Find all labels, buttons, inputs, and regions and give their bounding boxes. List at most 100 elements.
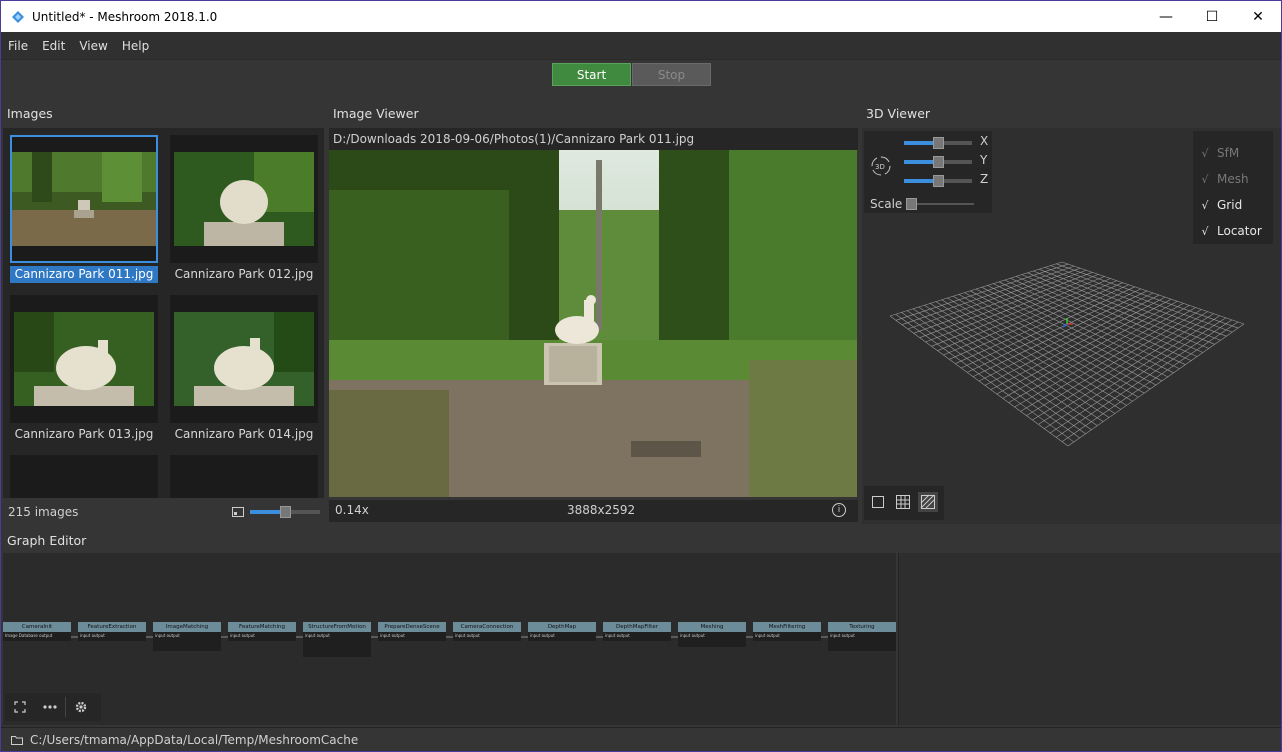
info-icon[interactable]: i [832,503,846,517]
check-icon: √ [1201,146,1209,160]
slider-handle[interactable] [279,506,291,518]
graph-node[interactable]: MeshFiltering input output [753,622,821,641]
grid-line [1002,301,1178,399]
node-title: CameraConnection [453,622,521,632]
thumbnail-image [12,152,156,246]
image-viewer-footer: 0.14x 3888x2592 i [329,500,858,522]
graph-settings-button[interactable] [66,693,96,721]
toggle-mesh[interactable]: √ Mesh [1193,166,1273,192]
zoom-level: 0.14x [335,503,369,517]
node-input: input [230,633,241,638]
thumbnail-frame [170,135,318,263]
graph-node[interactable]: CameraConnection input output [453,622,521,641]
node-input: input [605,633,616,638]
axis-z-slider[interactable] [904,175,972,187]
solid-mode-icon[interactable] [872,496,884,508]
node-input: input [155,633,166,638]
thumbnail-item[interactable]: Cannizaro Park 011.jpg [10,135,158,283]
node-output: output [91,633,105,638]
thumbnail-item[interactable]: Cannizaro Park 012.jpg [170,135,318,283]
thumbnail-frame [170,295,318,423]
slider-handle[interactable] [932,156,944,168]
thumbnail-item[interactable] [10,455,158,498]
images-grid: Cannizaro Park 011.jpg Cannizaro Park 01… [3,128,324,498]
graph-node[interactable]: FeatureExtraction input output [78,622,146,641]
axis-y-slider[interactable] [904,156,972,168]
start-button[interactable]: Start [552,63,631,86]
graph-node[interactable]: Texturing input output [828,622,896,651]
node-output: output [166,633,180,638]
folder-icon[interactable] [11,735,23,745]
graph-node[interactable]: FeatureMatching input output [228,622,296,641]
toggle-grid-label: Grid [1217,198,1243,212]
graph-node[interactable]: CameraInit Image Database output [3,622,71,641]
graph-node[interactable]: DepthMap input output [528,622,596,641]
thumbnail-image [174,152,314,246]
node-output: output [766,633,780,638]
grid-line [1004,279,1186,365]
close-button[interactable]: ✕ [1235,1,1281,32]
image-viewer-title: Image Viewer [327,99,860,127]
graph-node[interactable]: PrepareDenseScene input output [378,622,446,641]
fit-view-button[interactable] [5,693,35,721]
viewer-photo [329,150,857,497]
graph-node[interactable]: ImageMatching input output [153,622,221,651]
thumbnail-frame [10,135,158,263]
toggle-grid[interactable]: √ Grid [1193,192,1273,218]
status-bar: C:/Users/tmama/AppData/Local/Temp/Meshro… [1,727,1281,751]
node-input: input [455,633,466,638]
image-canvas[interactable] [329,150,857,497]
slider-handle[interactable] [932,175,944,187]
thumbnail-label: Cannizaro Park 013.jpg [14,427,154,441]
minimize-button[interactable]: — [1143,1,1189,32]
wireframe-mode-icon[interactable] [896,495,910,509]
thumbnail-image [14,312,154,406]
node-output: output [316,633,330,638]
stop-button[interactable]: Stop [632,63,711,86]
menu-edit[interactable]: Edit [35,39,72,53]
thumbnail-label: Cannizaro Park 011.jpg [10,266,158,283]
toggle-mesh-label: Mesh [1217,172,1249,186]
thumbnail-frame [170,455,318,498]
graph-node[interactable]: Meshing input output [678,622,746,647]
axis-x-slider[interactable] [904,137,972,149]
thumbnail-item[interactable]: Cannizaro Park 013.jpg [10,295,158,443]
viewer3d-canvas[interactable]: 3D X Y Z Scale √ SfM √ Mesh √ Grid √ Loc… [862,128,1281,524]
graph-canvas[interactable]: CameraInit Image Database output FeatureE… [3,553,896,725]
thumbnail-item[interactable] [170,455,318,498]
rotate-3d-icon[interactable]: 3D [870,155,892,177]
menu-file[interactable]: File [1,39,35,53]
axis-y-label: Y [980,153,988,167]
slider-handle[interactable] [906,198,917,210]
textured-mode-icon[interactable] [918,492,938,512]
toggle-locator[interactable]: √ Locator [1193,218,1273,244]
render-mode-bar [864,486,944,520]
node-title: FeatureMatching [228,622,296,632]
toggle-sfm[interactable]: √ SfM [1193,140,1273,166]
maximize-button[interactable]: ☐ [1189,1,1235,32]
menu-help[interactable]: Help [115,39,156,53]
check-icon: √ [1201,198,1209,212]
node-input: input [530,633,541,638]
graph-node[interactable]: StructureFromMotion input output [303,622,371,657]
thumbnail-frame [10,455,158,498]
scale-slider[interactable] [906,198,974,210]
badge-3d: 3D [875,163,885,171]
node-title: PrepareDenseScene [378,622,446,632]
node-input: input [380,633,391,638]
node-title: MeshFiltering [753,622,821,632]
thumbnail-item[interactable]: Cannizaro Park 014.jpg [170,295,318,443]
thumbnail-size-slider[interactable] [250,506,320,518]
node-input: input [755,633,766,638]
menu-view[interactable]: View [72,39,114,53]
layout-button[interactable] [35,693,65,721]
axis-z-label: Z [980,172,989,186]
axis-controls: 3D X Y Z Scale [864,131,992,213]
node-attributes-panel [898,553,1281,725]
node-output: output [691,633,705,638]
node-input: input [680,633,691,638]
slider-handle[interactable] [932,137,944,149]
graph-node[interactable]: DepthMapFilter input output [603,622,671,641]
node-output: output [616,633,630,638]
toggle-locator-label: Locator [1217,224,1262,238]
